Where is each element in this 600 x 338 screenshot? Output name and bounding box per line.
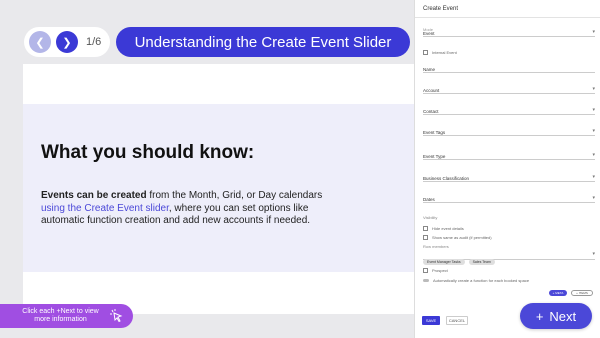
next-button[interactable]: + Next [520, 303, 592, 329]
chevron-left-icon: ❮ [35, 36, 45, 49]
auto-create-toggle[interactable]: Automatically create a function for each… [423, 278, 529, 283]
mode-select[interactable]: Mode Event ▾ [423, 27, 595, 37]
hide-details-label: Hide event details [432, 226, 464, 231]
event-type-select[interactable]: Event Type ▾ [423, 150, 595, 160]
team-chip[interactable]: Event Manager Tasks [423, 259, 465, 265]
team-chip[interactable]: Sales Team [468, 259, 495, 265]
checkbox-icon [423, 50, 428, 55]
save-button[interactable]: SAVE [422, 316, 440, 325]
name-placeholder: Name [423, 67, 436, 72]
dates-select[interactable]: Dates ▾ [423, 193, 595, 203]
meta-pill[interactable]: + META [549, 290, 567, 296]
team-label: Row members [423, 244, 449, 249]
dates-placeholder: Dates [423, 197, 435, 202]
next-button-label: Next [549, 308, 577, 324]
internal-event-label: Internal Event [432, 50, 457, 55]
hide-details-checkbox[interactable]: Hide event details [423, 226, 464, 231]
top-nav: ❮ ❯ 1/6 Understanding the Create Event S… [24, 27, 410, 57]
team-select[interactable]: Event Manager Tasks Sales Team ▾ [423, 250, 595, 265]
prospect-checkbox[interactable]: Prospect [423, 268, 448, 273]
event-tags-select[interactable]: Event Tags ▾ [423, 126, 595, 136]
business-classification-select[interactable]: Business Classification ▾ [423, 172, 595, 182]
click-sparkle-icon [109, 308, 125, 324]
toggle-icon [423, 279, 429, 282]
prev-button[interactable]: ❮ [29, 31, 51, 53]
body-bold: Events can be created [41, 190, 147, 201]
internal-event-checkbox[interactable]: Internal Event [423, 50, 457, 55]
hint-pill: Click each +Next to view more informatio… [0, 304, 133, 328]
nav-controls: ❮ ❯ 1/6 [24, 27, 110, 57]
account-placeholder: Account [423, 88, 440, 93]
visibility-label: Visibility [423, 215, 438, 220]
account-select[interactable]: Account ▾ [423, 84, 595, 94]
tutorial-title: Understanding the Create Event Slider [116, 27, 410, 57]
content-card: What you should know: Events can be crea… [23, 64, 415, 314]
panel-divider [415, 17, 600, 18]
show-same-label: Show same as audit (if permitted) [432, 235, 492, 240]
chevron-down-icon: ▾ [592, 195, 595, 201]
plus-icon: + [535, 308, 544, 324]
cancel-button[interactable]: CANCEL [446, 316, 468, 325]
chevron-down-icon: ▾ [592, 86, 595, 92]
prospect-label: Prospect [432, 268, 448, 273]
checkbox-icon [423, 235, 428, 240]
chevron-down-icon: ▾ [592, 251, 595, 257]
show-same-checkbox[interactable]: Show same as audit (if permitted) [423, 235, 492, 240]
contact-select[interactable]: Contact ▾ [423, 105, 595, 115]
panel-title: Create Event [423, 6, 459, 12]
chevron-down-icon: ▾ [592, 174, 595, 180]
mode-value: Event [423, 31, 435, 36]
event-type-placeholder: Event Type [423, 154, 446, 159]
checkbox-icon [423, 268, 428, 273]
chevron-down-icon: ▾ [592, 128, 595, 134]
next-step-button[interactable]: ❯ [56, 31, 78, 53]
chevron-down-icon: ▾ [592, 107, 595, 113]
hint-text: Click each +Next to view more informatio… [22, 308, 99, 323]
event-tags-placeholder: Event Tags [423, 130, 446, 135]
content-body: Events can be created from the Month, Gr… [41, 190, 341, 228]
chevron-right-icon: ❯ [62, 36, 72, 49]
body-link[interactable]: using the Create Event slider [41, 203, 169, 214]
checkbox-icon [423, 226, 428, 231]
content-band [23, 104, 415, 272]
items-pill[interactable]: + ITEMS [571, 290, 593, 296]
name-field[interactable]: Name [423, 63, 595, 73]
contact-placeholder: Contact [423, 109, 439, 114]
auto-create-label: Automatically create a function for each… [433, 278, 530, 283]
page-counter: 1/6 [86, 36, 102, 48]
business-classification-placeholder: Business Classification [423, 176, 470, 181]
content-heading: What you should know: [41, 142, 255, 163]
create-event-panel: Create Event Mode Event ▾ Internal Event… [414, 0, 600, 338]
chevron-down-icon: ▾ [592, 152, 595, 158]
body-text-1: from the Month, Grid, or Day calendars [146, 190, 323, 201]
chevron-down-icon: ▾ [592, 29, 595, 35]
